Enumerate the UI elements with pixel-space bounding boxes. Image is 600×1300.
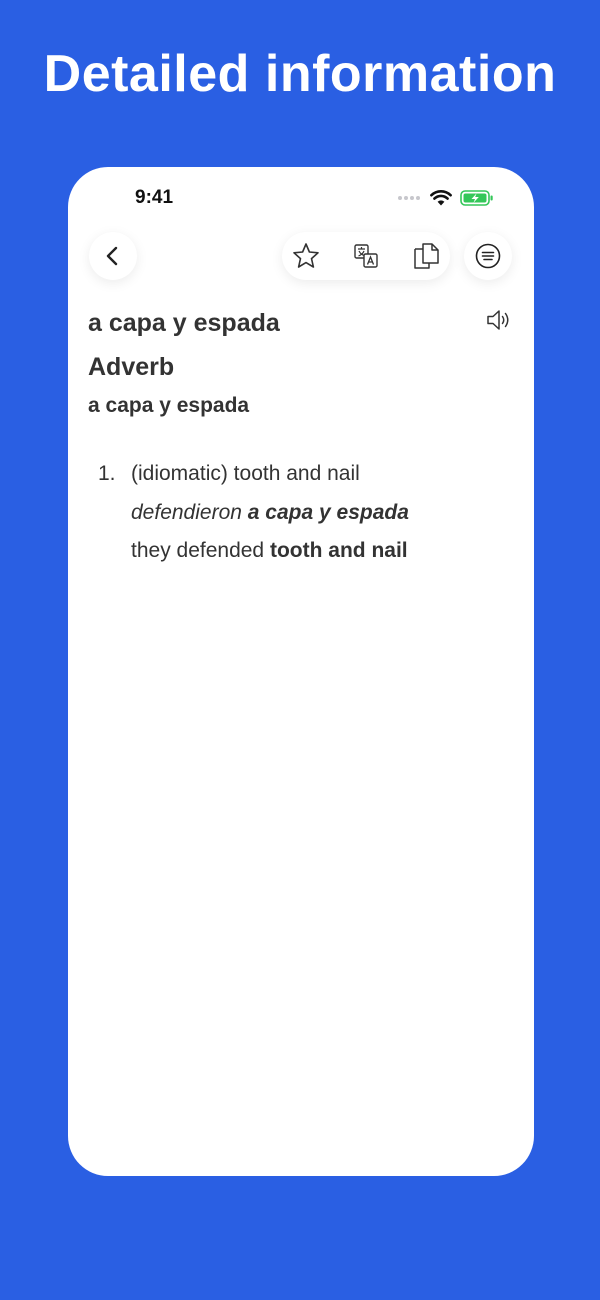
sense-example: defendieron a capa y espada [131,494,409,533]
status-bar: 9:41 [68,167,534,229]
example-highlight: a capa y espada [247,500,409,524]
sense-body: (idiomatic) tooth and nail defendieron a… [131,455,409,571]
favorite-button[interactable] [282,232,330,280]
status-indicators [398,190,494,206]
translate-button[interactable] [342,232,390,280]
menu-lines-icon [475,243,501,269]
entry-content: a capa y espada Adverb a capa y espada 1… [88,305,514,571]
promo-title: Detailed information [43,45,557,103]
copy-button[interactable] [402,232,450,280]
example-text: defendieron [131,500,242,524]
copy-icon [414,243,439,269]
translate-icon [354,244,378,268]
toolbar [68,230,534,284]
cellular-signal-icon [398,196,420,200]
list-item: 1. (idiomatic) tooth and nail defendiero… [88,455,514,571]
wifi-icon [430,190,452,206]
sense-definition: (idiomatic) tooth and nail [131,462,360,485]
star-icon [293,243,319,268]
senses-list: 1. (idiomatic) tooth and nail defendiero… [88,455,514,571]
back-button[interactable] [89,232,137,280]
menu-button[interactable] [464,232,512,280]
battery-charging-icon [460,190,493,206]
chevron-left-icon [106,246,118,266]
headword: a capa y espada [88,309,280,337]
status-time: 9:41 [135,187,174,208]
translation-highlight: tooth and nail [269,539,408,562]
inflected-form: a capa y espada [88,394,250,417]
translation-text: they defended [131,539,265,562]
sense-translation: they defended tooth and nail [131,532,409,571]
action-pill [282,232,450,280]
sense-number: 1. [98,462,116,485]
part-of-speech: Adverb [88,353,175,381]
phone-screen: 9:41 a capa y espada Adverb a capa y esp… [68,167,534,1176]
